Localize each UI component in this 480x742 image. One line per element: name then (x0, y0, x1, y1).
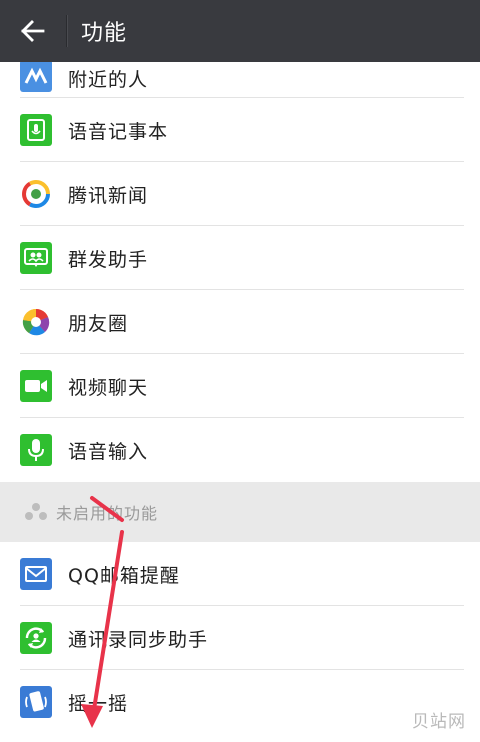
back-button[interactable] (0, 0, 66, 62)
voice-input-icon (20, 434, 52, 466)
list-item-label: 视频聊天 (68, 376, 149, 399)
list-item-label: 朋友圈 (68, 312, 129, 335)
list-item-label: 摇一摇 (68, 692, 129, 715)
shake-icon (20, 686, 52, 718)
page-title: 功能 (81, 21, 128, 46)
list-item-voice-notepad[interactable]: 语音记事本 (0, 98, 480, 162)
header-divider (66, 15, 67, 47)
broadcast-assistant-icon (20, 242, 52, 274)
list-item-nearby-people[interactable]: 附近的人 (0, 62, 480, 98)
watermark: 贝站网 (412, 712, 466, 732)
video-chat-icon (20, 370, 52, 402)
list-item-video-chat[interactable]: 视频聊天 (0, 354, 480, 418)
section-header-label: 未启用的功能 (56, 504, 159, 523)
list-item-tencent-news[interactable]: 腾讯新闻 (0, 162, 480, 226)
section-header-disabled: 未启用的功能 (0, 482, 480, 542)
people-group-icon (25, 503, 47, 520)
list-item-label: 腾讯新闻 (68, 184, 149, 207)
list-item-broadcast-assistant[interactable]: 群发助手 (0, 226, 480, 290)
list-item-label: 通讯录同步助手 (68, 628, 209, 651)
list-item-label: 语音记事本 (68, 120, 169, 143)
top-bar: 功能 (0, 0, 480, 62)
voice-notepad-icon (20, 114, 52, 146)
list-item-label: QQ邮箱提醒 (68, 564, 180, 587)
list-item-moments[interactable]: 朋友圈 (0, 290, 480, 354)
list-item-shake[interactable]: 摇一摇 (0, 670, 480, 734)
list-item-label: 语音输入 (68, 440, 149, 463)
feature-list: 附近的人 语音记事本 腾讯新闻 群发助手 朋友圈 视频聊天 语音输入 未启用的功… (0, 62, 480, 734)
nearby-people-icon (20, 62, 52, 92)
list-item-voice-input[interactable]: 语音输入 (0, 418, 480, 482)
list-item-contacts-sync[interactable]: 通讯录同步助手 (0, 606, 480, 670)
list-item-label: 群发助手 (68, 248, 149, 271)
qq-mail-icon (20, 558, 52, 590)
list-item-qq-mail[interactable]: QQ邮箱提醒 (0, 542, 480, 606)
list-item-label: 附近的人 (68, 69, 149, 91)
contacts-sync-icon (20, 622, 52, 654)
arrow-left-icon (21, 20, 45, 42)
tencent-news-icon (20, 178, 52, 210)
moments-icon (20, 306, 52, 338)
